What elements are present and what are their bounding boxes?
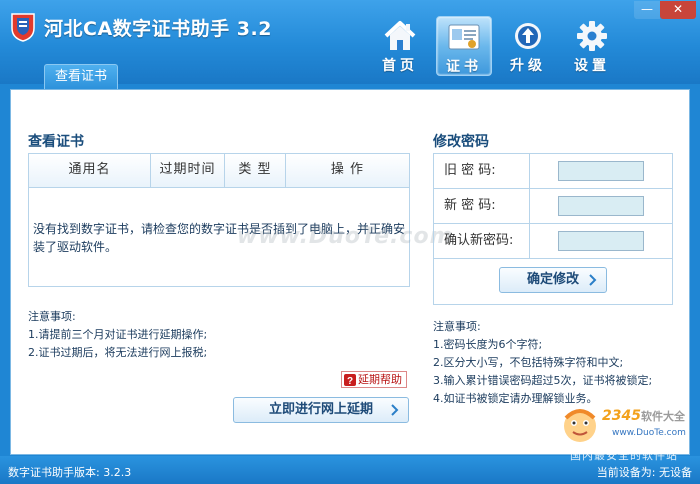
upgrade-icon <box>515 23 541 49</box>
chevron-right-icon <box>391 404 399 416</box>
column-header-expiry: 过期时间 <box>151 154 225 187</box>
confirm-change-button[interactable]: 确定修改 <box>499 267 607 293</box>
brand-cn: 软件大全 <box>640 410 685 423</box>
column-header-action: 操 作 <box>330 162 365 177</box>
home-icon <box>384 21 416 50</box>
minimize-button[interactable]: — <box>634 1 660 19</box>
confirm-password-label: 确认新密码: <box>434 224 530 258</box>
device-status: 当前设备为: 无设备 <box>596 466 692 479</box>
gear-icon <box>577 21 607 51</box>
notes-title: 注意事项: <box>433 320 481 333</box>
certificate-icon <box>448 24 480 50</box>
site-logo: 2345软件大全 www.DuoTe.com <box>560 402 696 446</box>
overlay-slogan: 国内最安全的软件站 <box>570 449 678 462</box>
notes-title: 注意事项: <box>28 310 76 323</box>
password-notes: 注意事项: 1.密码长度为6个字符; 2.区分大小写，不包括特殊字符和中文; 3… <box>433 318 652 408</box>
confirm-change-label: 确定修改 <box>526 272 579 287</box>
question-icon: ? <box>344 373 356 386</box>
note-item: 1.请提前三个月对证书进行延期操作; <box>28 328 208 341</box>
note-item: 2.区分大小写，不包括特殊字符和中文; <box>433 356 624 369</box>
cert-notes: 注意事项: 1.请提前三个月对证书进行延期操作; 2.证书过期后，将无法进行网上… <box>28 308 207 362</box>
cert-section-title: 查看证书 <box>28 134 84 150</box>
table-header: 通用名 过期时间 类 型 操 作 <box>29 154 409 188</box>
title-bar: 河北CA数字证书助手 3.2 — ✕ 首页 证书 升级 设置 查看证书 <box>0 0 700 90</box>
note-item: 1.密码长度为6个字符; <box>433 338 543 351</box>
watermark-text: www.DuoTe.com <box>237 224 454 249</box>
chevron-right-icon <box>589 274 597 286</box>
renew-help-link[interactable]: ? 延期帮助 <box>341 371 407 388</box>
new-password-label: 新 密 码: <box>434 189 530 223</box>
brand-text: 2345软件大全 <box>602 408 685 424</box>
status-bar: 数字证书助手版本: 3.2.3 国内最安全的软件站 当前设备为: 无设备 <box>0 449 700 484</box>
renew-online-button[interactable]: 立即进行网上延期 <box>233 397 409 423</box>
column-header-name: 通用名 <box>29 154 151 187</box>
version-text: 数字证书助手版本: 3.2.3 <box>8 466 132 479</box>
old-password-row: 旧 密 码: <box>434 154 672 189</box>
app-title: 河北CA数字证书助手 3.2 <box>44 18 272 40</box>
new-password-row: 新 密 码: <box>434 189 672 224</box>
confirm-password-row: 确认新密码: <box>434 224 672 259</box>
mascot-icon <box>564 409 596 442</box>
app-logo-icon <box>11 13 35 42</box>
svg-text:?: ? <box>347 376 353 386</box>
content-panel: 查看证书 通用名 过期时间 类 型 操 作 没有找到数字证书，请检查您的数字证书… <box>10 89 690 455</box>
password-section-title: 修改密码 <box>433 134 489 150</box>
confirm-password-input[interactable] <box>558 231 644 251</box>
renew-help-label: 延期帮助 <box>358 373 402 386</box>
new-password-input[interactable] <box>558 196 644 216</box>
renew-online-label: 立即进行网上延期 <box>268 402 373 417</box>
brand-site: www.DuoTe.com <box>612 428 686 438</box>
certificate-table: 通用名 过期时间 类 型 操 作 没有找到数字证书，请检查您的数字证书是否插到了… <box>28 153 410 287</box>
old-password-label: 旧 密 码: <box>434 154 530 188</box>
sub-tab-strip: 查看证书 <box>10 64 690 90</box>
note-item: 3.输入累计错误密码超过5次，证书将被锁定; <box>433 374 653 387</box>
column-header-type: 类 型 <box>225 154 286 187</box>
brand-number: 2345 <box>602 408 641 424</box>
note-item: 2.证书过期后，将无法进行网上报税; <box>28 346 208 359</box>
old-password-input[interactable] <box>558 161 644 181</box>
password-form: 旧 密 码: 新 密 码: 确认新密码: 确定修改 <box>433 153 673 305</box>
close-button[interactable]: ✕ <box>660 1 696 19</box>
tab-view-certificate[interactable]: 查看证书 <box>44 64 119 90</box>
